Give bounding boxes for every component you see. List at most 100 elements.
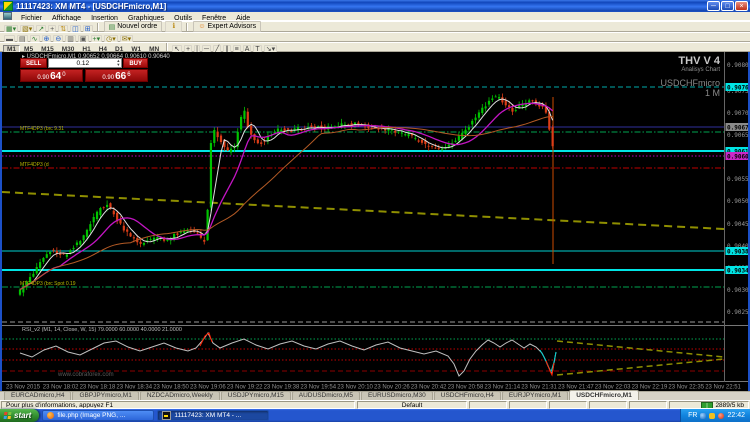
restore-button[interactable]: □: [721, 1, 734, 11]
status-help-text: Pour plus d'informations, appuyez F1: [1, 401, 355, 409]
candle-body: [290, 131, 292, 132]
candle-body: [421, 140, 423, 143]
candle-body: [257, 139, 259, 143]
chart-region: 0.908000.907500.907000.906500.906000.905…: [0, 52, 750, 391]
candle-body: [76, 243, 78, 245]
candle-body: [394, 131, 396, 133]
price-axis-highlight-label: 0.90670: [727, 125, 750, 132]
buy-button[interactable]: BUY: [123, 58, 148, 68]
candle-body: [341, 123, 343, 125]
candle-body: [42, 258, 44, 262]
candle-body: [250, 126, 252, 135]
tab-eurusdmicro-m30[interactable]: EURUSDmicro,M30: [361, 391, 433, 400]
candle-body: [213, 130, 215, 143]
toolbar-timeframes: M1M5M15M30H1H4D1W1MN ↖+|─╱∥≡AT↘▾: [0, 42, 750, 52]
mt4-taskbar-icon: [162, 411, 171, 420]
price-axis-label: 0.90250: [727, 309, 750, 316]
chart-canvas[interactable]: 0.908000.907500.907000.906500.906000.905…: [0, 52, 750, 391]
candle-body: [113, 211, 115, 215]
candle-body: [140, 242, 142, 244]
price-axis-label: 0.90450: [727, 221, 750, 228]
price-axis-label: 0.90550: [727, 176, 750, 183]
candle-body: [300, 130, 302, 131]
tab-usdjpymicro-m15[interactable]: USDJPYmicro,M15: [221, 391, 291, 400]
candle-body: [441, 149, 443, 150]
candle-body: [468, 127, 470, 130]
candle-body: [448, 145, 450, 147]
security-tray-icon[interactable]: [718, 413, 724, 419]
sell-price-button[interactable]: 0.90 64 0: [20, 69, 83, 82]
candle-body: [243, 111, 245, 119]
candle-body: [391, 130, 393, 131]
candle-body: [287, 128, 289, 129]
tab-eurjpymicro-m1[interactable]: EURJPYmicro,M1: [502, 391, 568, 400]
status-panel: [549, 401, 587, 409]
candle-body: [183, 231, 185, 233]
volume-stepper[interactable]: 0.12 ▲▼: [48, 58, 122, 68]
candle-body: [518, 105, 520, 107]
candle-body: [478, 112, 480, 117]
candle-body: [464, 130, 466, 134]
tab-eurcadmicro-h4[interactable]: EURCADmicro,H4: [4, 391, 71, 400]
status-panel: [589, 401, 627, 409]
candle-body: [438, 148, 440, 149]
language-indicator[interactable]: FR: [688, 412, 697, 419]
tab-nzdcadmicro-weekly[interactable]: NZDCADmicro,Weekly: [140, 391, 220, 400]
candle-body: [106, 205, 108, 207]
updates-tray-icon[interactable]: [709, 413, 715, 419]
sell-button[interactable]: SELL: [20, 58, 47, 68]
candle-body: [488, 101, 490, 105]
candle-body: [133, 237, 135, 238]
toolbar-separator: [186, 23, 188, 31]
buy-price-button[interactable]: 0.90 66 6: [85, 69, 148, 82]
taskbar-clock: 22:42: [727, 412, 745, 419]
price-axis-label: 0.90700: [727, 110, 750, 117]
candle-body: [19, 290, 21, 295]
expert-advisors-icon: ☺: [198, 23, 205, 30]
close-button[interactable]: ×: [735, 1, 748, 11]
candle-body: [531, 100, 533, 101]
taskbar-item-mt4[interactable]: 11117423: XM MT4 - ...: [157, 410, 269, 421]
candle-body: [505, 101, 507, 106]
info-icon[interactable]: ℹ: [165, 21, 182, 32]
candle-body: [454, 141, 456, 142]
candle-body: [143, 243, 145, 245]
volume-value: 0.12: [49, 60, 116, 67]
minimize-button[interactable]: ─: [707, 1, 720, 11]
candle-body: [317, 126, 319, 127]
network-tray-icon[interactable]: [700, 413, 706, 419]
firefox-icon: [47, 412, 54, 419]
price-axis-highlight-label: 0.90387: [727, 249, 750, 256]
candle-body: [83, 235, 85, 240]
tab-gbpjpymicro-m1[interactable]: GBPJPYmicro,M1: [72, 391, 138, 400]
candle-body: [220, 136, 222, 143]
candle-body: [310, 125, 312, 127]
status-profile[interactable]: Default: [357, 401, 467, 409]
taskbar-item-browser[interactable]: file.php (Image PNG, ...: [42, 410, 154, 421]
candle-body: [434, 148, 436, 149]
candle-body: [431, 146, 433, 147]
status-panel: [629, 401, 667, 409]
tab-audusdmicro-m5[interactable]: AUDUSDmicro,M5: [292, 391, 360, 400]
mt4-window: 11117423: XM MT4 - [USDCHFmicro,M1] ─ □ …: [0, 0, 750, 422]
candle-body: [515, 110, 517, 111]
status-bar: Pour plus d'informations, appuyez F1 Def…: [0, 400, 750, 409]
start-button[interactable]: start: [0, 409, 39, 422]
candle-body: [481, 108, 483, 113]
volume-arrows-icon[interactable]: ▲▼: [116, 59, 121, 67]
tab-usdchfmicro-h4[interactable]: USDCHFmicro,H4: [434, 391, 501, 400]
chart-tabs-bar: EURCADmicro,H4GBPJPYmicro,M1NZDCADmicro,…: [0, 391, 750, 400]
candle-body: [86, 230, 88, 237]
chart-line-label: MTF4DP3 (brc 9.31: [20, 126, 64, 132]
expert-advisors-button[interactable]: ☺ Expert Advisors: [193, 21, 261, 32]
candle-body: [511, 108, 513, 112]
thv-watermark: THV V 4 Analisys Chart USDCHFmicro 1 M: [661, 55, 721, 98]
price-axis-label: 0.90500: [727, 198, 750, 205]
candle-body: [495, 97, 497, 98]
status-panel: [509, 401, 547, 409]
candle-body: [66, 254, 68, 256]
candle-body: [528, 100, 530, 102]
candle-body: [227, 147, 229, 150]
tab-usdchfmicro-m1[interactable]: USDCHFmicro,M1: [569, 390, 639, 400]
candle-body: [46, 254, 48, 258]
